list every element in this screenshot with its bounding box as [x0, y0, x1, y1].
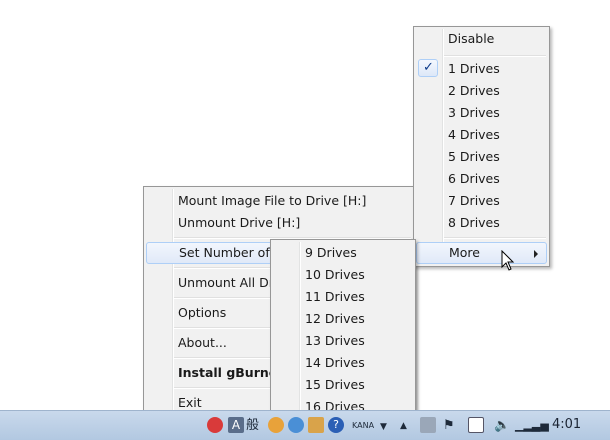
drive-count-label: 14 Drives	[305, 355, 365, 370]
drive-count-item-8[interactable]: 8 Drives	[416, 212, 547, 234]
unmount-drive-item[interactable]: Unmount Drive [H:]	[146, 212, 412, 234]
drive-count-label: 4 Drives	[448, 127, 500, 142]
drive-count-label: 6 Drives	[448, 171, 500, 186]
disable-label: Disable	[448, 31, 495, 46]
drive-count-item-1[interactable]: ✓ 1 Drives	[416, 58, 547, 80]
drive-count-label: 11 Drives	[305, 289, 365, 304]
drive-count-item-12[interactable]: 12 Drives	[273, 308, 413, 330]
taskbar-clock[interactable]: 4:01	[552, 417, 581, 432]
exit-label: Exit	[178, 395, 202, 410]
drive-count-item-15[interactable]: 15 Drives	[273, 374, 413, 396]
drive-count-label: 10 Drives	[305, 267, 365, 282]
drive-count-label: 9 Drives	[305, 245, 357, 260]
drive-count-item-4[interactable]: 4 Drives	[416, 124, 547, 146]
drive-count-item-11[interactable]: 11 Drives	[273, 286, 413, 308]
drive-count-label: 3 Drives	[448, 105, 500, 120]
ime-input-mode[interactable]: 般	[246, 417, 259, 434]
mount-image-item[interactable]: Mount Image File to Drive [H:]	[146, 190, 412, 212]
drive-count-label: 5 Drives	[448, 149, 500, 164]
ime-pad-icon[interactable]	[308, 417, 324, 433]
volume-icon[interactable]: 🔈	[494, 417, 510, 434]
taskbar: A 般 ? KANA ▼ ▲ ⚑ 🔈 ▁▂▃▅ 4:01	[0, 410, 610, 440]
drive-count-item-14[interactable]: 14 Drives	[273, 352, 413, 374]
menu-separator	[444, 55, 546, 57]
more-drives-submenu: 9 Drives 10 Drives 11 Drives 12 Drives 1…	[270, 239, 416, 420]
drive-count-item-10[interactable]: 10 Drives	[273, 264, 413, 286]
drive-count-label: 2 Drives	[448, 83, 500, 98]
show-hidden-icons-icon[interactable]: ▲	[400, 418, 407, 435]
menu-separator	[444, 237, 546, 239]
unmount-drive-label: Unmount Drive [H:]	[178, 215, 301, 230]
submenu-arrow-icon	[534, 250, 538, 258]
antivirus-tray-icon[interactable]	[207, 417, 223, 433]
kana-indicator[interactable]: KANA	[352, 421, 374, 438]
options-label: Options	[178, 305, 227, 320]
ime-tool-icon[interactable]	[268, 417, 284, 433]
drive-count-label: 7 Drives	[448, 193, 500, 208]
drive-count-item-13[interactable]: 13 Drives	[273, 330, 413, 352]
network-signal-icon[interactable]: ▁▂▃▅	[515, 417, 549, 434]
checkmark-icon: ✓	[418, 59, 438, 77]
power-icon[interactable]	[468, 417, 484, 433]
drives-submenu: Disable ✓ 1 Drives 2 Drives 3 Drives 4 D…	[413, 26, 550, 267]
ime-help-icon[interactable]: ?	[328, 417, 344, 433]
drive-count-label: 1 Drives	[448, 61, 500, 76]
mouse-pointer-icon	[501, 250, 515, 271]
drive-count-item-5[interactable]: 5 Drives	[416, 146, 547, 168]
drive-count-item-2[interactable]: 2 Drives	[416, 80, 547, 102]
about-label: About...	[178, 335, 227, 350]
install-gburner-label: Install gBurner	[178, 365, 284, 380]
drive-count-item-3[interactable]: 3 Drives	[416, 102, 547, 124]
drive-count-item-6[interactable]: 6 Drives	[416, 168, 547, 190]
more-label: More	[449, 245, 480, 260]
ime-dictionary-icon[interactable]	[288, 417, 304, 433]
drive-count-label: 15 Drives	[305, 377, 365, 392]
drive-count-item-9[interactable]: 9 Drives	[273, 242, 413, 264]
more-item[interactable]: More	[416, 242, 547, 264]
disable-item[interactable]: Disable	[416, 28, 547, 50]
virtual-drive-tray-icon[interactable]	[420, 417, 436, 433]
mount-image-label: Mount Image File to Drive [H:]	[178, 193, 367, 208]
ime-menu-chevron-icon[interactable]: ▼	[380, 419, 387, 436]
drive-count-item-7[interactable]: 7 Drives	[416, 190, 547, 212]
drive-count-label: 12 Drives	[305, 311, 365, 326]
ime-mode-indicator[interactable]: A	[228, 417, 244, 433]
action-center-flag-icon[interactable]: ⚑	[443, 417, 455, 434]
drive-count-label: 13 Drives	[305, 333, 365, 348]
drive-count-label: 8 Drives	[448, 215, 500, 230]
